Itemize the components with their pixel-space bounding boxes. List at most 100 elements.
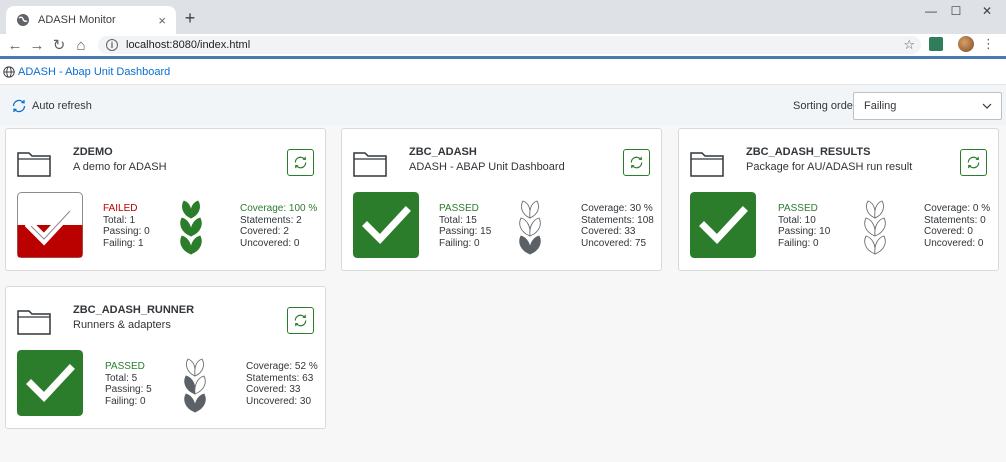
coverage-stats: Coverage: 30 % Statements: 108 Covered: 33… [581, 203, 654, 249]
bookmark-star-icon[interactable]: ☆ [903, 37, 915, 53]
chevron-down-icon [982, 103, 992, 109]
sort-order-value: Failing [864, 100, 897, 112]
site-info-icon[interactable]: i [106, 39, 118, 51]
browser-tabstrip: ADASH Monitor × + — ☐ ✕ [0, 0, 1006, 34]
forward-arrow-icon[interactable]: → [26, 34, 48, 56]
globe-icon [3, 65, 15, 78]
refresh-icon [630, 156, 643, 169]
package-grid: ZDEMO A demo for ADASH FAILED Total: 1 Passi… [0, 125, 1006, 462]
new-tab-button[interactable]: + [180, 8, 200, 29]
test-stats: PASSED Total: 5 Passing: 5 Failing: 0 [105, 361, 152, 407]
package-description: Runners & adapters [73, 319, 171, 331]
coverage-uncovered: Uncovered: 0 [240, 237, 300, 249]
app-root: ADASH - Abap Unit Dashboard Auto refresh… [0, 59, 1006, 462]
test-total: Total: 5 [105, 372, 138, 384]
coverage-wheat-icon [173, 192, 209, 258]
shell-bar: ADASH - Abap Unit Dashboard [0, 59, 1006, 85]
refresh-icon [12, 99, 26, 113]
package-name: ZDEMO [73, 146, 113, 158]
test-passing: Passing: 10 [778, 226, 831, 237]
auto-refresh-label: Auto refresh [32, 100, 92, 112]
test-total: Total: 10 [778, 214, 816, 226]
folder-icon [353, 152, 387, 177]
browser-tab[interactable]: ADASH Monitor × [6, 6, 176, 34]
test-passing: Passing: 5 [105, 384, 152, 395]
coverage-uncovered: Uncovered: 0 [924, 237, 984, 249]
reload-icon[interactable]: ↻ [48, 34, 70, 56]
auto-refresh-button[interactable]: Auto refresh [10, 97, 92, 115]
package-name: ZBC_ADASH_RESULTS [746, 146, 871, 158]
coverage-statements: Statements: 63 [246, 372, 314, 384]
profile-avatar[interactable] [958, 36, 974, 52]
coverage-uncovered: Uncovered: 30 [246, 395, 312, 407]
coverage-percent: Coverage: 0 % [924, 203, 991, 214]
package-refresh-button[interactable] [623, 149, 650, 176]
folder-icon [17, 310, 51, 335]
test-failing: Failing: 0 [778, 237, 819, 249]
coverage-wheat-icon [512, 192, 548, 258]
coverage-percent: Coverage: 30 % [581, 203, 653, 214]
test-status: PASSED [778, 203, 818, 214]
coverage-covered: Covered: 33 [581, 226, 636, 237]
status-passed-icon [17, 350, 83, 416]
sort-order-label: Sorting order [793, 100, 857, 112]
window-close-button[interactable]: ✕ [972, 4, 1002, 18]
coverage-percent: Coverage: 100 % [240, 203, 318, 214]
coverage-stats: Coverage: 100 % Statements: 2 Covered: 2 Un… [240, 203, 317, 249]
status-passed-icon [690, 192, 756, 258]
package-card[interactable]: ZBC_ADASH_RESULTS Package for AU/ADASH ru… [678, 128, 999, 271]
tab-title: ADASH Monitor [38, 14, 116, 26]
coverage-stats: Coverage: 0 % Statements: 0 Covered: 0 Unco… [924, 203, 990, 249]
package-card[interactable]: ZBC_ADASH_RUNNER Runners & adapters PASSED… [5, 286, 326, 429]
test-failing: Failing: 0 [105, 395, 146, 407]
coverage-statements: Statements: 2 [240, 214, 302, 226]
window-maximize-button[interactable]: ☐ [941, 4, 971, 18]
address-bar[interactable]: i localhost:8080/index.html ☆ [98, 36, 921, 54]
status-passed-icon [353, 192, 419, 258]
coverage-covered: Covered: 33 [246, 384, 301, 395]
coverage-covered: Covered: 0 [924, 226, 973, 237]
package-name: ZBC_ADASH_RUNNER [73, 304, 195, 316]
coverage-covered: Covered: 2 [240, 226, 289, 237]
package-description: Package for AU/ADASH run result [746, 161, 913, 173]
app-title[interactable]: ADASH - Abap Unit Dashboard [18, 66, 170, 78]
test-total: Total: 1 [103, 214, 136, 226]
globe-favicon-icon [17, 14, 29, 26]
refresh-icon [294, 314, 307, 327]
refresh-icon [294, 156, 307, 169]
package-refresh-button[interactable] [287, 307, 314, 334]
status-failed-icon [17, 192, 83, 258]
coverage-statements: Statements: 0 [924, 214, 986, 226]
browser-menu-icon[interactable]: ⋮ [982, 36, 995, 52]
test-status: PASSED [105, 361, 145, 372]
toolbar-row: Auto refresh Sorting order Failing [0, 85, 1006, 125]
coverage-uncovered: Uncovered: 75 [581, 237, 647, 249]
coverage-stats: Coverage: 52 % Statements: 63 Covered: 33 U… [246, 361, 318, 407]
package-name: ZBC_ADASH [409, 146, 477, 158]
coverage-wheat-icon [177, 350, 213, 416]
test-status: PASSED [439, 203, 479, 214]
test-passing: Passing: 0 [103, 226, 150, 237]
extension-icon[interactable] [929, 37, 943, 51]
package-description: A demo for ADASH [73, 161, 167, 173]
browser-toolbar: ← → ↻ ⌂ i localhost:8080/index.html ☆ ⋮ [0, 34, 1006, 56]
test-status: FAILED [103, 203, 138, 214]
sort-order-select[interactable]: Failing [853, 92, 1002, 120]
package-card[interactable]: ZDEMO A demo for ADASH FAILED Total: 1 Passi… [5, 128, 326, 271]
coverage-wheat-icon [857, 192, 893, 258]
test-failing: Failing: 0 [439, 237, 480, 249]
tab-close-icon[interactable]: × [158, 13, 166, 28]
test-failing: Failing: 1 [103, 237, 144, 249]
refresh-icon [967, 156, 980, 169]
url-text: localhost:8080/index.html [126, 39, 251, 51]
test-passing: Passing: 15 [439, 226, 492, 237]
home-icon[interactable]: ⌂ [70, 34, 92, 56]
test-stats: PASSED Total: 10 Passing: 10 Failing: 0 [778, 203, 830, 249]
package-refresh-button[interactable] [287, 149, 314, 176]
test-stats: PASSED Total: 15 Passing: 15 Failing: 0 [439, 203, 491, 249]
test-total: Total: 15 [439, 214, 477, 226]
package-card[interactable]: ZBC_ADASH ADASH - ABAP Unit Dashboard PASS… [341, 128, 662, 271]
package-refresh-button[interactable] [960, 149, 987, 176]
folder-icon [17, 152, 51, 177]
back-arrow-icon[interactable]: ← [4, 34, 26, 56]
